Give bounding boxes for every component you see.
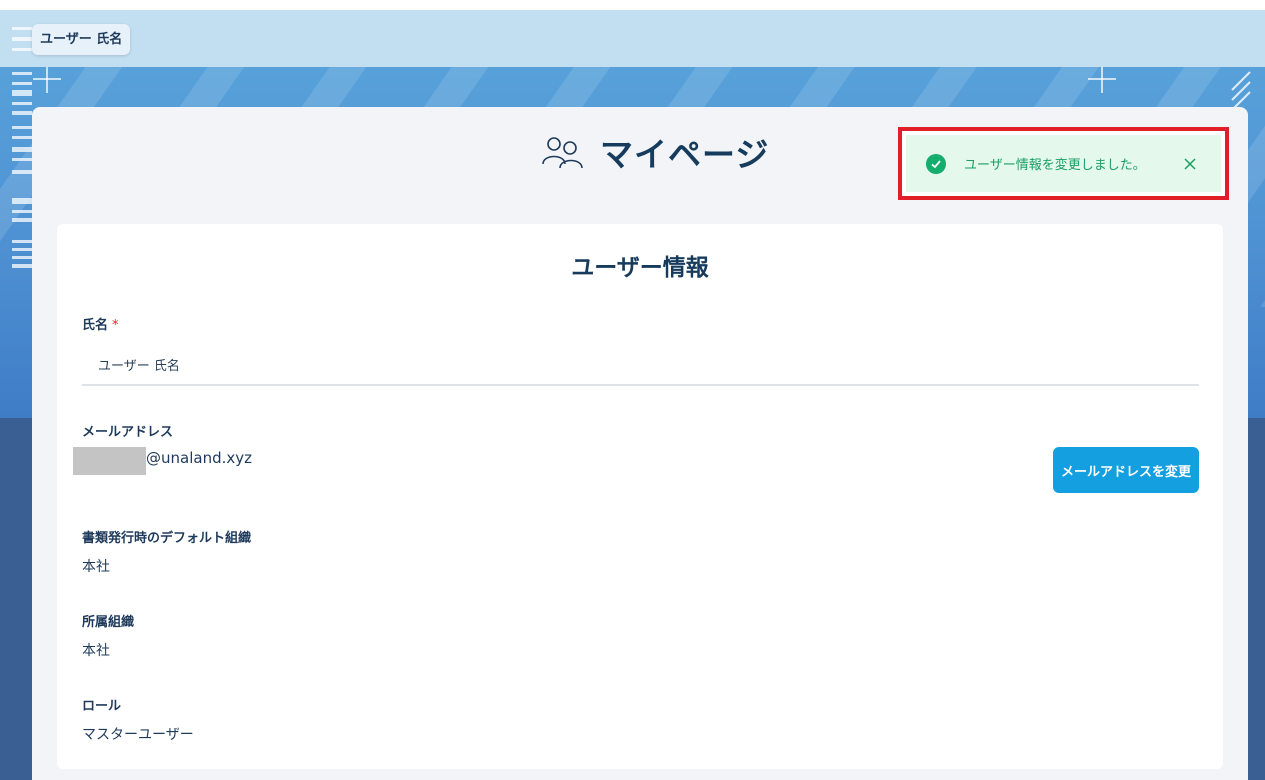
user-name-chip[interactable]: ユーザー 氏名 <box>32 24 131 55</box>
name-label: 氏名 * <box>82 314 119 333</box>
email-domain: @unaland.xyz <box>146 449 252 467</box>
toast-message: ユーザー情報を変更しました。 <box>964 158 1146 173</box>
user-info-card <box>57 224 1223 769</box>
affiliation-value: 本社 <box>82 643 110 659</box>
page-title-text: マイページ <box>600 135 770 174</box>
email-label: メールアドレス <box>82 425 174 440</box>
close-icon[interactable] <box>1177 151 1203 177</box>
success-toast: ユーザー情報を変更しました。 <box>898 127 1229 200</box>
page-title: マイページ <box>540 130 769 174</box>
top-strip <box>0 0 1265 10</box>
check-circle-icon <box>926 153 946 174</box>
default-org-label: 書類発行時のデフォルト組織 <box>82 531 252 546</box>
name-input[interactable] <box>82 344 1199 386</box>
email-redacted <box>73 447 146 475</box>
email-value: @unaland.xyz <box>73 447 252 475</box>
required-mark: * <box>112 318 119 333</box>
default-org-value: 本社 <box>82 559 110 575</box>
role-value: マスターユーザー <box>82 727 194 743</box>
section-title: ユーザー情報 <box>571 255 709 281</box>
role-label: ロール <box>82 699 122 714</box>
change-email-button[interactable]: メールアドレスを変更 <box>1053 447 1199 493</box>
users-icon <box>542 137 583 169</box>
affiliation-label: 所属組織 <box>82 615 135 630</box>
name-label-text: 氏名 <box>82 318 109 333</box>
